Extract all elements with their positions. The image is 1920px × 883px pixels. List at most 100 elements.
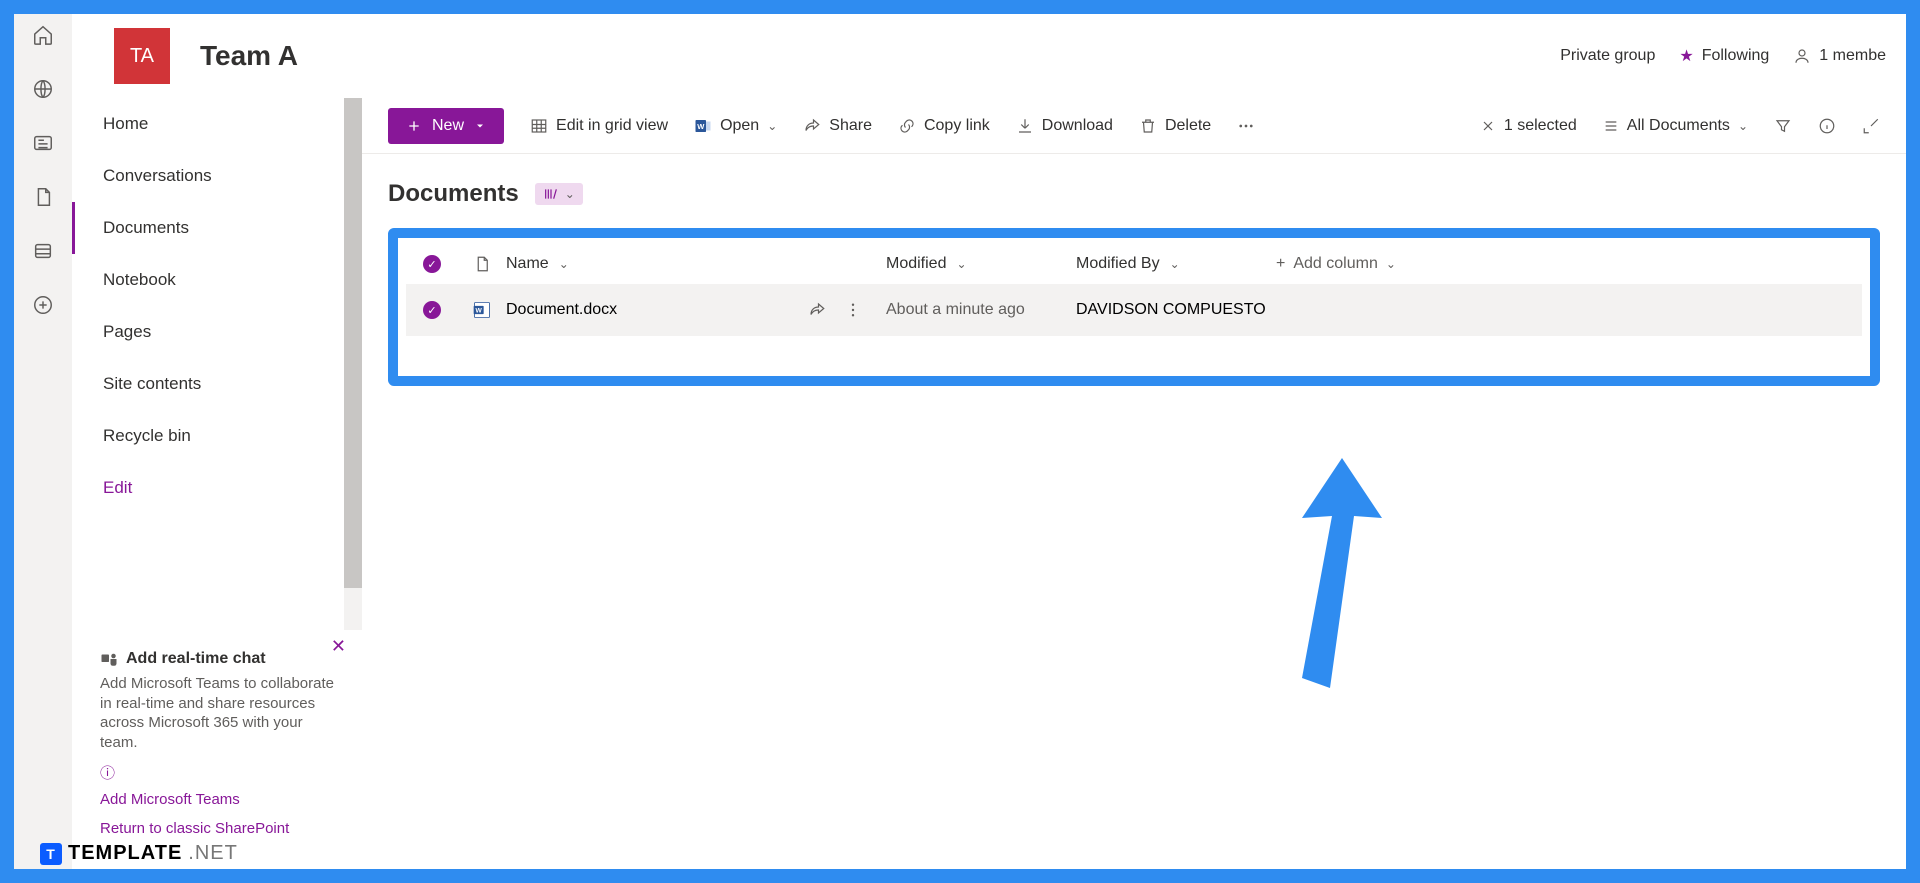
- add-column-label: Add column: [1293, 255, 1378, 273]
- open-button[interactable]: W Open ⌄: [694, 117, 777, 135]
- teams-promo: ✕ Add real-time chat Add Microsoft Teams…: [72, 630, 362, 869]
- expand-icon: [1862, 117, 1880, 135]
- globe-icon[interactable]: [32, 78, 54, 100]
- news-icon[interactable]: [32, 132, 54, 154]
- x-icon: [1480, 118, 1496, 134]
- nav-pages[interactable]: Pages: [72, 306, 362, 358]
- modified-by-cell[interactable]: DAVIDSON COMPUESTO: [1076, 301, 1276, 319]
- share-icon: [803, 117, 821, 135]
- nav-recycle-bin[interactable]: Recycle bin: [72, 410, 362, 462]
- file-icon[interactable]: [32, 186, 54, 208]
- nav-home[interactable]: Home: [72, 98, 362, 150]
- table-row[interactable]: ✓ W Document.docx About a minute ago DAV…: [406, 284, 1862, 336]
- chevron-down-icon: ⌄: [559, 257, 569, 271]
- filetype-header-icon[interactable]: [473, 254, 491, 274]
- page-title: Documents: [388, 180, 519, 208]
- column-modifiedby-label: Modified By: [1076, 255, 1160, 273]
- svg-text:W: W: [476, 308, 483, 315]
- info-icon[interactable]: ⓘ: [100, 762, 334, 783]
- nav-conversations[interactable]: Conversations: [72, 150, 362, 202]
- view-label: All Documents: [1627, 117, 1730, 135]
- open-label: Open: [720, 117, 759, 135]
- column-name[interactable]: Name ⌄: [506, 255, 886, 273]
- site-header: TA Team A Private group ★ Following 1 me…: [72, 14, 1906, 98]
- site-nav: Home Conversations Documents Notebook Pa…: [72, 98, 362, 869]
- word-file-icon: W: [472, 299, 492, 321]
- watermark-suffix: .NET: [188, 842, 238, 865]
- grid-icon: [530, 117, 548, 135]
- watermark: T TEMPLATE.NET: [40, 842, 238, 865]
- new-label: New: [432, 117, 464, 135]
- plus-icon: +: [1276, 255, 1285, 273]
- copy-link-label: Copy link: [924, 117, 990, 135]
- add-icon[interactable]: [32, 294, 54, 316]
- list-icon[interactable]: [32, 240, 54, 262]
- expand-button[interactable]: [1862, 117, 1880, 135]
- return-classic-link[interactable]: Return to classic SharePoint: [100, 820, 334, 837]
- chevron-down-icon: [474, 120, 486, 132]
- more-icon: [1237, 117, 1255, 135]
- download-button[interactable]: Download: [1016, 117, 1113, 135]
- members-label: 1 membe: [1819, 47, 1886, 65]
- filter-icon: [1774, 117, 1792, 135]
- edit-grid-button[interactable]: Edit in grid view: [530, 117, 668, 135]
- delete-label: Delete: [1165, 117, 1211, 135]
- column-name-label: Name: [506, 255, 549, 273]
- nav-notebook[interactable]: Notebook: [72, 254, 362, 306]
- following-label: Following: [1702, 47, 1770, 65]
- download-label: Download: [1042, 117, 1113, 135]
- person-icon: [1793, 47, 1811, 65]
- column-modified-by[interactable]: Modified By ⌄: [1076, 255, 1276, 273]
- selected-label: 1 selected: [1504, 117, 1577, 135]
- site-title[interactable]: Team A: [200, 40, 298, 72]
- site-logo[interactable]: TA: [114, 28, 170, 84]
- close-icon[interactable]: ✕: [331, 636, 346, 657]
- command-bar: New Edit in grid view W Open ⌄ Share Cop…: [362, 98, 1906, 154]
- share-row-icon[interactable]: [808, 301, 826, 319]
- overflow-button[interactable]: [1237, 117, 1255, 135]
- more-row-icon[interactable]: [844, 301, 862, 319]
- share-button[interactable]: Share: [803, 117, 872, 135]
- view-switcher[interactable]: All Documents ⌄: [1603, 117, 1748, 135]
- add-column-button[interactable]: + Add column ⌄: [1276, 255, 1456, 273]
- select-all-checkbox[interactable]: ✓: [423, 255, 441, 273]
- new-button[interactable]: New: [388, 108, 504, 144]
- annotation-arrow: [1282, 458, 1402, 698]
- nav-site-contents[interactable]: Site contents: [72, 358, 362, 410]
- library-view-badge[interactable]: ⌄: [535, 183, 583, 205]
- privacy-label: Private group: [1560, 47, 1655, 65]
- nav-documents[interactable]: Documents: [72, 202, 362, 254]
- column-modified[interactable]: Modified⌄: [886, 255, 1076, 273]
- delete-button[interactable]: Delete: [1139, 117, 1211, 135]
- home-icon[interactable]: [32, 24, 54, 46]
- promo-title: Add real-time chat: [126, 650, 266, 668]
- promo-link[interactable]: Add Microsoft Teams: [100, 791, 334, 808]
- chevron-down-icon: ⌄: [1738, 119, 1748, 133]
- chevron-down-icon: ⌄: [1386, 257, 1396, 271]
- chevron-down-icon: ⌄: [1170, 257, 1180, 271]
- members-button[interactable]: 1 membe: [1793, 47, 1886, 65]
- plus-icon: [406, 118, 422, 134]
- chevron-down-icon: ⌄: [565, 187, 575, 201]
- link-icon: [898, 117, 916, 135]
- library-icon: [543, 186, 559, 202]
- details-button[interactable]: [1818, 117, 1836, 135]
- main-area: New Edit in grid view W Open ⌄ Share Cop…: [362, 98, 1906, 869]
- chevron-down-icon: ⌄: [767, 119, 777, 133]
- filter-button[interactable]: [1774, 117, 1792, 135]
- svg-text:W: W: [697, 122, 705, 131]
- modified-cell: About a minute ago: [886, 301, 1076, 319]
- copy-link-button[interactable]: Copy link: [898, 117, 990, 135]
- app-rail: [14, 14, 72, 869]
- documents-table: ✓ Name ⌄ Modified⌄ Modified By ⌄ + Add colu…: [388, 228, 1880, 386]
- nav-edit[interactable]: Edit: [72, 462, 362, 514]
- file-name[interactable]: Document.docx: [506, 301, 617, 319]
- word-icon: W: [694, 117, 712, 135]
- promo-body: Add Microsoft Teams to collaborate in re…: [100, 674, 334, 752]
- info-icon: [1818, 117, 1836, 135]
- teams-icon: [100, 650, 118, 668]
- row-checkbox[interactable]: ✓: [423, 301, 441, 319]
- clear-selection-button[interactable]: 1 selected: [1480, 117, 1577, 135]
- watermark-badge: T: [40, 843, 62, 865]
- following-button[interactable]: ★ Following: [1679, 46, 1769, 66]
